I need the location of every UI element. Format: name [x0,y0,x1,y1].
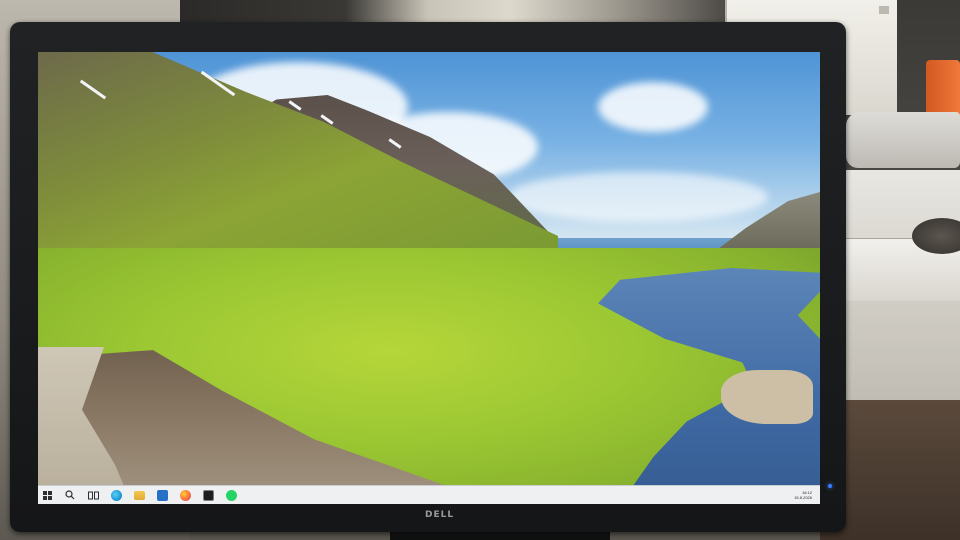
wallpaper-sandbar [721,370,813,424]
clock-date: 15.8.2026 [794,495,812,500]
task-view-icon [87,491,99,499]
desktop-wallpaper [38,52,820,504]
taskbar-store[interactable] [153,486,171,504]
taskbar-media-player[interactable] [199,486,217,504]
start-button[interactable] [38,486,56,504]
taskbar-edge[interactable] [107,486,125,504]
taskbar-file-explorer[interactable] [130,486,148,504]
edge-icon [110,489,122,501]
dell-logo: DELL [425,510,455,520]
windows-icon [42,490,52,500]
orange-object [926,60,960,120]
cabinet-label [879,6,889,14]
desktop-screen: 16:12 15.8.2026 [38,52,820,504]
media-player-icon [202,489,214,501]
taskbar-search[interactable] [61,486,79,504]
taskbar-firefox[interactable] [176,486,194,504]
taskbar-task-view[interactable] [84,486,102,504]
whatsapp-icon [225,489,237,501]
cloud [598,82,708,132]
taskbar: 16:12 15.8.2026 [38,485,820,504]
firefox-icon [179,489,191,501]
bag [846,112,960,168]
store-icon [156,489,168,501]
taskbar-clock[interactable]: 16:12 15.8.2026 [794,490,812,500]
cloud [508,172,768,222]
taskbar-whatsapp[interactable] [222,486,240,504]
file-explorer-icon [133,490,145,500]
search-icon [65,490,75,500]
power-led[interactable] [828,484,832,488]
